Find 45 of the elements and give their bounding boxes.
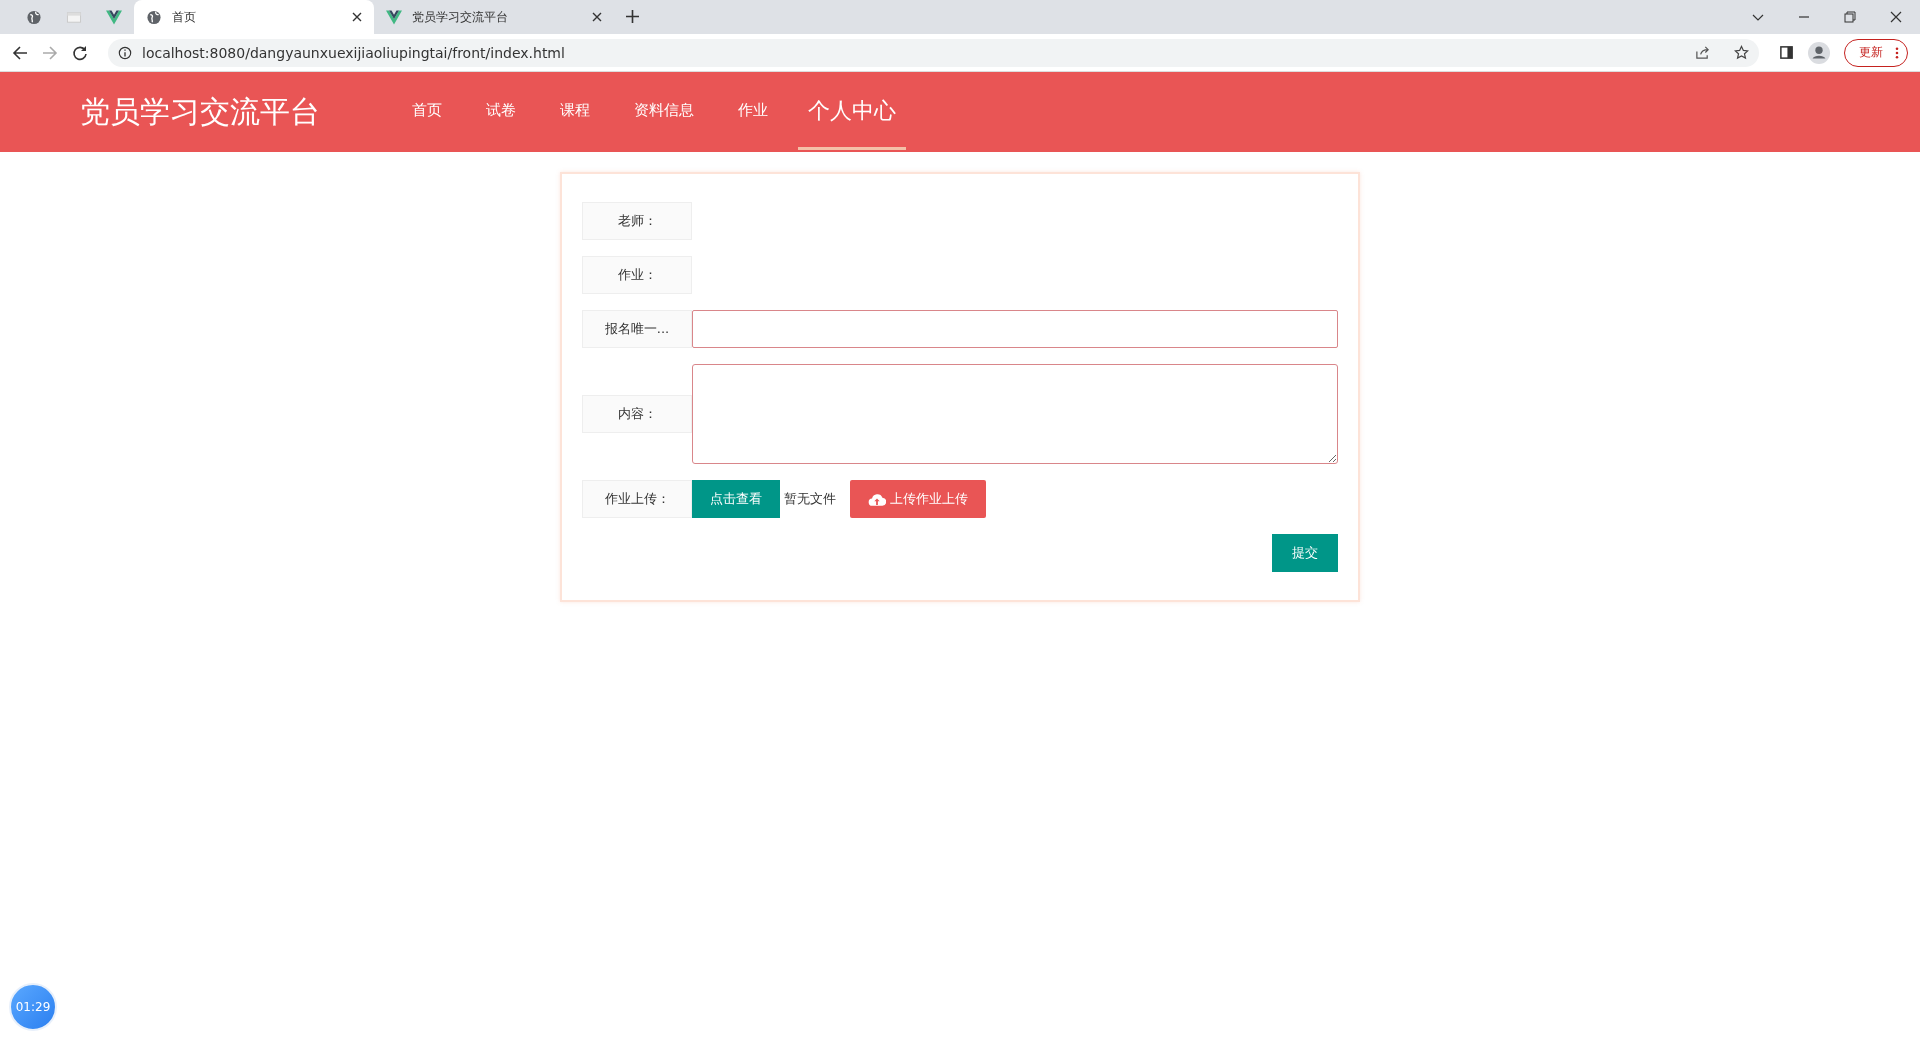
- browser-tab[interactable]: 首页: [134, 0, 374, 34]
- plus-icon[interactable]: [626, 10, 639, 23]
- timer-badge: 01:29: [9, 983, 57, 1031]
- cloud-upload-icon: [868, 492, 886, 506]
- info-icon: [118, 45, 132, 60]
- address-bar[interactable]: localhost:8080/dangyaunxuexijiaoliupingtai/front/index.html: [108, 38, 1759, 67]
- nav-link[interactable]: 首页: [390, 74, 464, 150]
- close-icon[interactable]: [592, 12, 602, 22]
- back-arrow-icon[interactable]: [12, 44, 28, 61]
- site-logo: 党员学习交流平台: [80, 92, 320, 131]
- browser-tab[interactable]: 党员学习交流平台: [374, 0, 614, 34]
- nav-link[interactable]: 个人中心: [798, 74, 906, 150]
- view-button[interactable]: 点击查看: [692, 480, 780, 518]
- more-icon[interactable]: [1895, 46, 1899, 59]
- url-text: localhost:8080/dangyaunxuexijiaoliupingtai/front/index.html: [142, 44, 566, 61]
- close-icon[interactable]: [352, 12, 362, 22]
- nav-link[interactable]: 课程: [538, 74, 612, 150]
- side-panel-icon[interactable]: [1779, 45, 1794, 60]
- field-label: 作业：: [582, 256, 692, 294]
- share-icon[interactable]: [1695, 45, 1710, 60]
- reload-icon[interactable]: [72, 44, 88, 61]
- nav-link[interactable]: 作业: [716, 74, 790, 150]
- tab-title: 首页: [172, 8, 197, 26]
- field-label: 老师：: [582, 202, 692, 240]
- field-label: 内容：: [582, 395, 692, 433]
- input-field[interactable]: [692, 310, 1338, 348]
- vue-logo-icon: [386, 9, 402, 25]
- globe-icon: [146, 9, 162, 25]
- submit-button[interactable]: 提交: [1272, 534, 1338, 572]
- page-icon: [66, 9, 82, 25]
- globe-icon: [26, 9, 42, 25]
- close-icon[interactable]: [1890, 11, 1902, 23]
- nav-link[interactable]: 资料信息: [612, 74, 716, 150]
- field-label: 作业上传：: [582, 480, 692, 518]
- field-label: 报名唯一...: [582, 310, 692, 348]
- vue-logo-icon: [106, 9, 122, 25]
- star-icon[interactable]: [1734, 45, 1749, 60]
- upload-button[interactable]: 上传作业上传: [850, 480, 986, 518]
- file-status-text: 暂无文件: [784, 490, 836, 508]
- tab-title: 党员学习交流平台: [412, 8, 509, 26]
- update-button[interactable]: 更新: [1844, 38, 1908, 67]
- nav-link[interactable]: 试卷: [464, 74, 538, 150]
- content-textarea[interactable]: [692, 364, 1338, 464]
- restore-icon[interactable]: [1844, 11, 1856, 23]
- profile-avatar-icon[interactable]: [1808, 41, 1830, 64]
